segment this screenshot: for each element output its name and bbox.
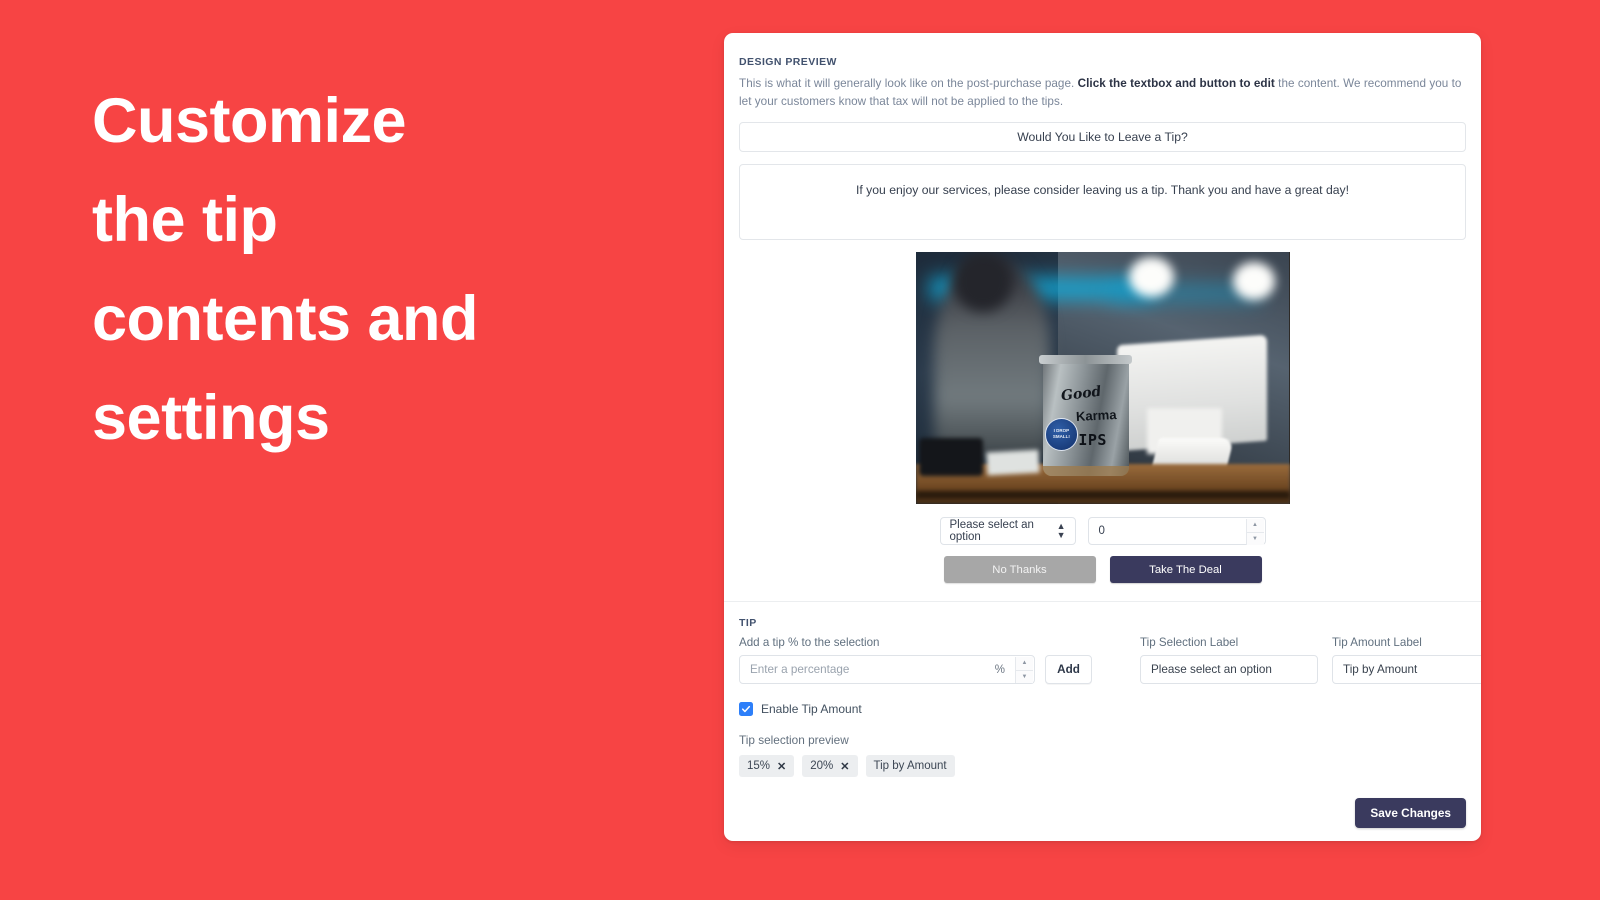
image-tip-jar-rim — [1038, 355, 1133, 365]
preview-tip-select-value: Please select an option — [949, 519, 1034, 543]
remove-icon[interactable]: ✕ — [777, 760, 786, 773]
headline-line-1: Customize — [92, 86, 407, 156]
take-the-deal-button[interactable]: Take The Deal — [1109, 556, 1262, 583]
enable-tip-amount-checkbox[interactable] — [739, 702, 753, 716]
preview-image-container: Good Karma TIPS I DROP SMALL! — [739, 252, 1466, 504]
tip-settings-section: TIP Add a tip % to the selection Enter a… — [724, 602, 1481, 777]
spinner-up-icon[interactable]: ▲ — [1245, 519, 1264, 533]
tip-selection-preview-label: Tip selection preview — [739, 733, 849, 747]
design-preview-section: DESIGN PREVIEW This is what it will gene… — [724, 33, 1481, 601]
chevron-updown-icon: ▲ ▼ — [1056, 521, 1066, 540]
preview-body-textbox[interactable]: If you enjoy our services, please consid… — [739, 164, 1466, 240]
percent-input-group: Enter a percentage % ▲ ▼ Add — [739, 655, 1092, 684]
headline-line-2: the tip — [92, 185, 278, 255]
percent-suffix: % — [994, 663, 1005, 676]
image-counter-edge — [915, 491, 1290, 499]
percent-input[interactable]: Enter a percentage % ▲ ▼ — [739, 655, 1035, 684]
tip-section-heading: TIP — [739, 617, 757, 629]
preview-body-text: If you enjoy our services, please consid… — [856, 183, 1349, 197]
image-pendant-light-2 — [1233, 262, 1275, 300]
tip-amount-label-group: Tip Amount Label Tip by Amount — [1332, 636, 1481, 684]
tip-selection-label-title: Tip Selection Label — [1140, 636, 1239, 649]
tip-selection-label-input[interactable]: Please select an option — [1140, 655, 1318, 684]
number-spinner[interactable]: ▲ ▼ — [1245, 519, 1264, 545]
image-pendant-light-1 — [1128, 257, 1174, 298]
no-thanks-button[interactable]: No Thanks — [943, 556, 1096, 583]
marketing-headline: Customize the tip contents and settings — [92, 72, 652, 468]
remove-icon[interactable]: ✕ — [840, 760, 849, 773]
percent-input-placeholder: Enter a percentage — [750, 663, 850, 676]
image-jar-text-karma: Karma — [1075, 407, 1118, 425]
tip-selection-preview-pills: 15% ✕ 20% ✕ Tip by Amount — [739, 755, 1466, 777]
preview-tip-amount-input[interactable]: 0 ▲ ▼ — [1087, 517, 1266, 545]
tip-pill[interactable]: 15% ✕ — [739, 755, 795, 777]
description-text-part1: This is what it will generally look like… — [739, 77, 1078, 90]
percent-field-label: Add a tip % to the selection — [739, 636, 880, 649]
tip-fields-row: Add a tip % to the selection Enter a per… — [739, 636, 1481, 684]
tip-pill-label: 15% — [747, 760, 771, 772]
image-dark-object — [919, 438, 983, 477]
preview-title-text: Would You Like to Leave a Tip? — [1017, 130, 1188, 144]
spinner-down-icon[interactable]: ▼ — [1245, 532, 1264, 545]
headline-line-3: contents and — [92, 284, 479, 354]
tip-pill[interactable]: Tip by Amount — [865, 755, 955, 777]
preview-controls-row: Please select an option ▲ ▼ 0 ▲ ▼ — [739, 517, 1466, 545]
percent-spinner-up-icon[interactable]: ▲ — [1015, 657, 1033, 671]
enable-tip-amount-label: Enable Tip Amount — [761, 702, 862, 716]
preview-title-textbox[interactable]: Would You Like to Leave a Tip? — [739, 122, 1466, 152]
image-tip-jar-base — [1042, 466, 1129, 477]
tip-pill[interactable]: 20% ✕ — [802, 755, 858, 777]
percent-spinner[interactable]: ▲ ▼ — [1015, 657, 1033, 683]
headline-line-4: settings — [92, 383, 330, 453]
description-text-bold: Click the textbox and button to edit — [1077, 77, 1275, 90]
image-paper — [985, 449, 1040, 476]
add-tip-percent-button[interactable]: Add — [1045, 655, 1092, 684]
enable-tip-amount-row[interactable]: Enable Tip Amount — [739, 702, 1466, 716]
check-icon — [741, 705, 751, 713]
card-footer: Save Changes — [1355, 798, 1466, 828]
design-preview-description: This is what it will generally look like… — [739, 75, 1466, 110]
tip-selection-label-group: Tip Selection Label Please select an opt… — [1140, 636, 1318, 684]
tip-amount-label-input[interactable]: Tip by Amount — [1332, 655, 1481, 684]
image-barista-head — [952, 252, 1013, 313]
save-changes-button[interactable]: Save Changes — [1355, 798, 1466, 828]
tip-pill-label: Tip by Amount — [873, 760, 947, 772]
preview-tip-amount-value: 0 — [1098, 525, 1105, 537]
settings-card: DESIGN PREVIEW This is what it will gene… — [724, 33, 1481, 841]
design-preview-heading: DESIGN PREVIEW — [739, 56, 837, 68]
preview-action-buttons: No Thanks Take The Deal — [739, 556, 1466, 601]
tip-jar-image: Good Karma TIPS I DROP SMALL! — [915, 252, 1290, 504]
percent-field-group: Add a tip % to the selection Enter a per… — [739, 636, 1092, 684]
preview-tip-select[interactable]: Please select an option ▲ ▼ — [939, 517, 1076, 545]
percent-spinner-down-icon[interactable]: ▼ — [1015, 670, 1033, 683]
tip-amount-label-title: Tip Amount Label — [1332, 636, 1422, 649]
image-jar-badge-text: I DROP SMALL! — [1052, 428, 1070, 439]
tip-pill-label: 20% — [810, 760, 834, 772]
